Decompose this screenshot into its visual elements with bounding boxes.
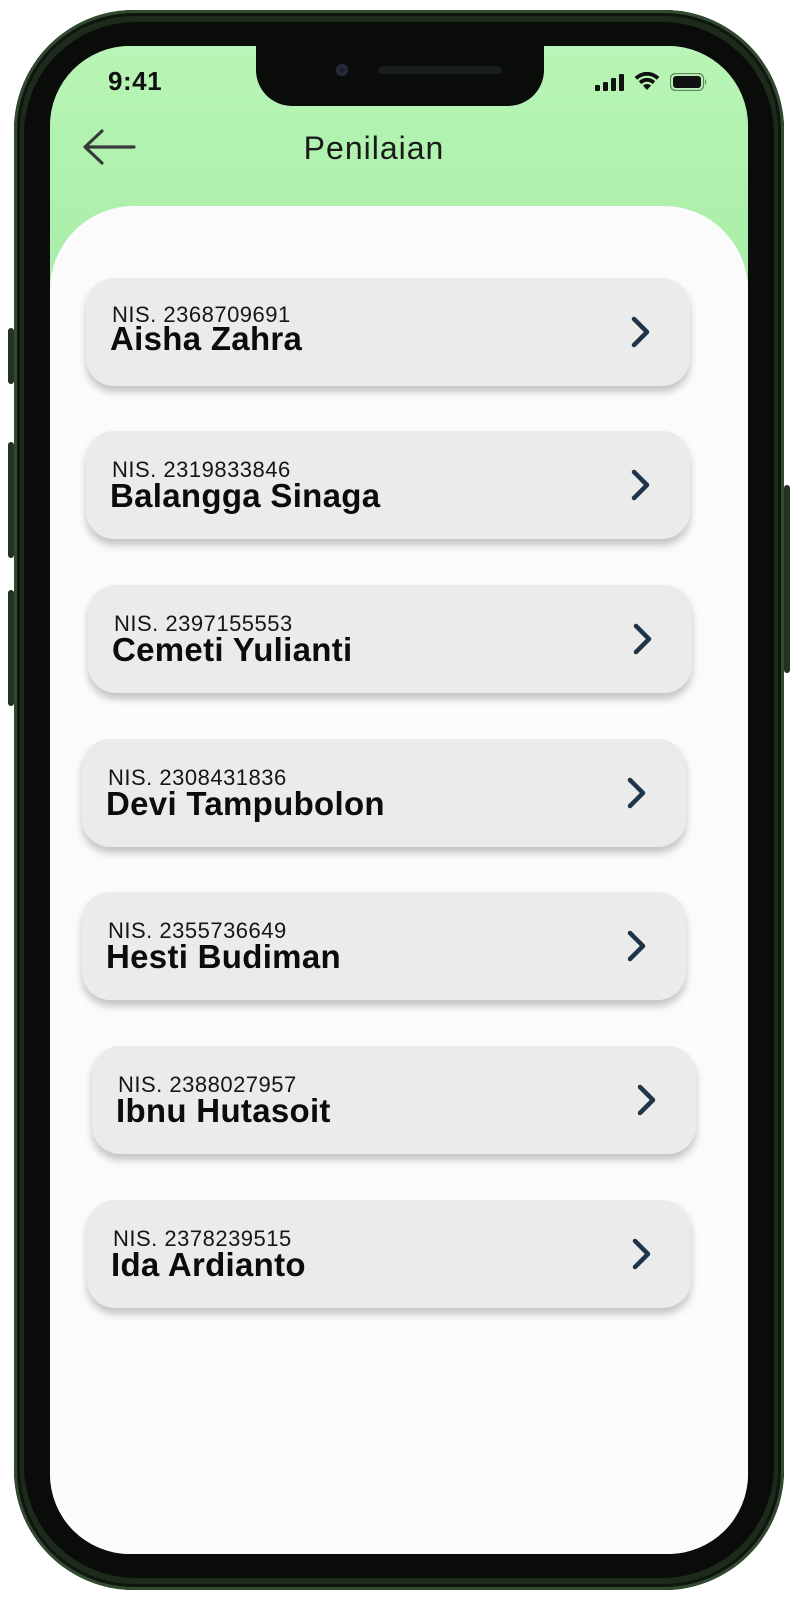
screen: 9:41 Penilaian NIS. 2368709691 Aisha Zah… — [50, 46, 748, 1554]
chevron-right-icon — [627, 930, 646, 962]
student-name: Aisha Zahra — [110, 320, 303, 357]
content-panel — [50, 206, 748, 1554]
student-card[interactable]: NIS. 2378239515 Ida Ardianto — [87, 1200, 691, 1308]
student-name: Devi Tampubolon — [106, 785, 385, 822]
volume-down-button — [8, 590, 14, 706]
status-time: 9:41 — [108, 66, 163, 96]
student-name: Ida Ardianto — [111, 1246, 306, 1283]
speaker-grille — [378, 66, 502, 74]
student-card[interactable]: NIS. 2397155553 Cemeti Yulianti — [88, 585, 692, 693]
chevron-right-icon — [631, 469, 650, 501]
front-camera — [336, 64, 348, 76]
student-card[interactable]: NIS. 2355736649 Hesti Budiman — [82, 892, 686, 1000]
student-name: Hesti Budiman — [106, 938, 341, 975]
student-card[interactable]: NIS. 2308431836 Devi Tampubolon — [82, 739, 686, 847]
student-card[interactable]: NIS. 2368709691 Aisha Zahra — [86, 278, 690, 386]
wifi-icon — [634, 72, 660, 90]
mute-switch — [8, 328, 14, 384]
notch — [256, 46, 544, 106]
student-name: Balangga Sinaga — [110, 477, 381, 514]
student-name: Ibnu Hutasoit — [116, 1092, 331, 1129]
chevron-right-icon — [637, 1084, 656, 1116]
student-name: Cemeti Yulianti — [112, 631, 353, 668]
student-card[interactable]: NIS. 2319833846 Balangga Sinaga — [86, 431, 690, 539]
chevron-right-icon — [632, 1238, 651, 1270]
battery-icon — [670, 73, 707, 91]
page-title: Penilaian — [303, 130, 445, 166]
power-button — [784, 485, 790, 673]
chevron-right-icon — [631, 316, 650, 348]
volume-up-button — [8, 442, 14, 558]
status-icons — [595, 72, 708, 91]
student-card[interactable]: NIS. 2388027957 Ibnu Hutasoit — [92, 1046, 696, 1154]
chevron-right-icon — [633, 623, 652, 655]
chevron-right-icon — [627, 777, 646, 809]
cellular-signal-icon — [595, 73, 624, 91]
